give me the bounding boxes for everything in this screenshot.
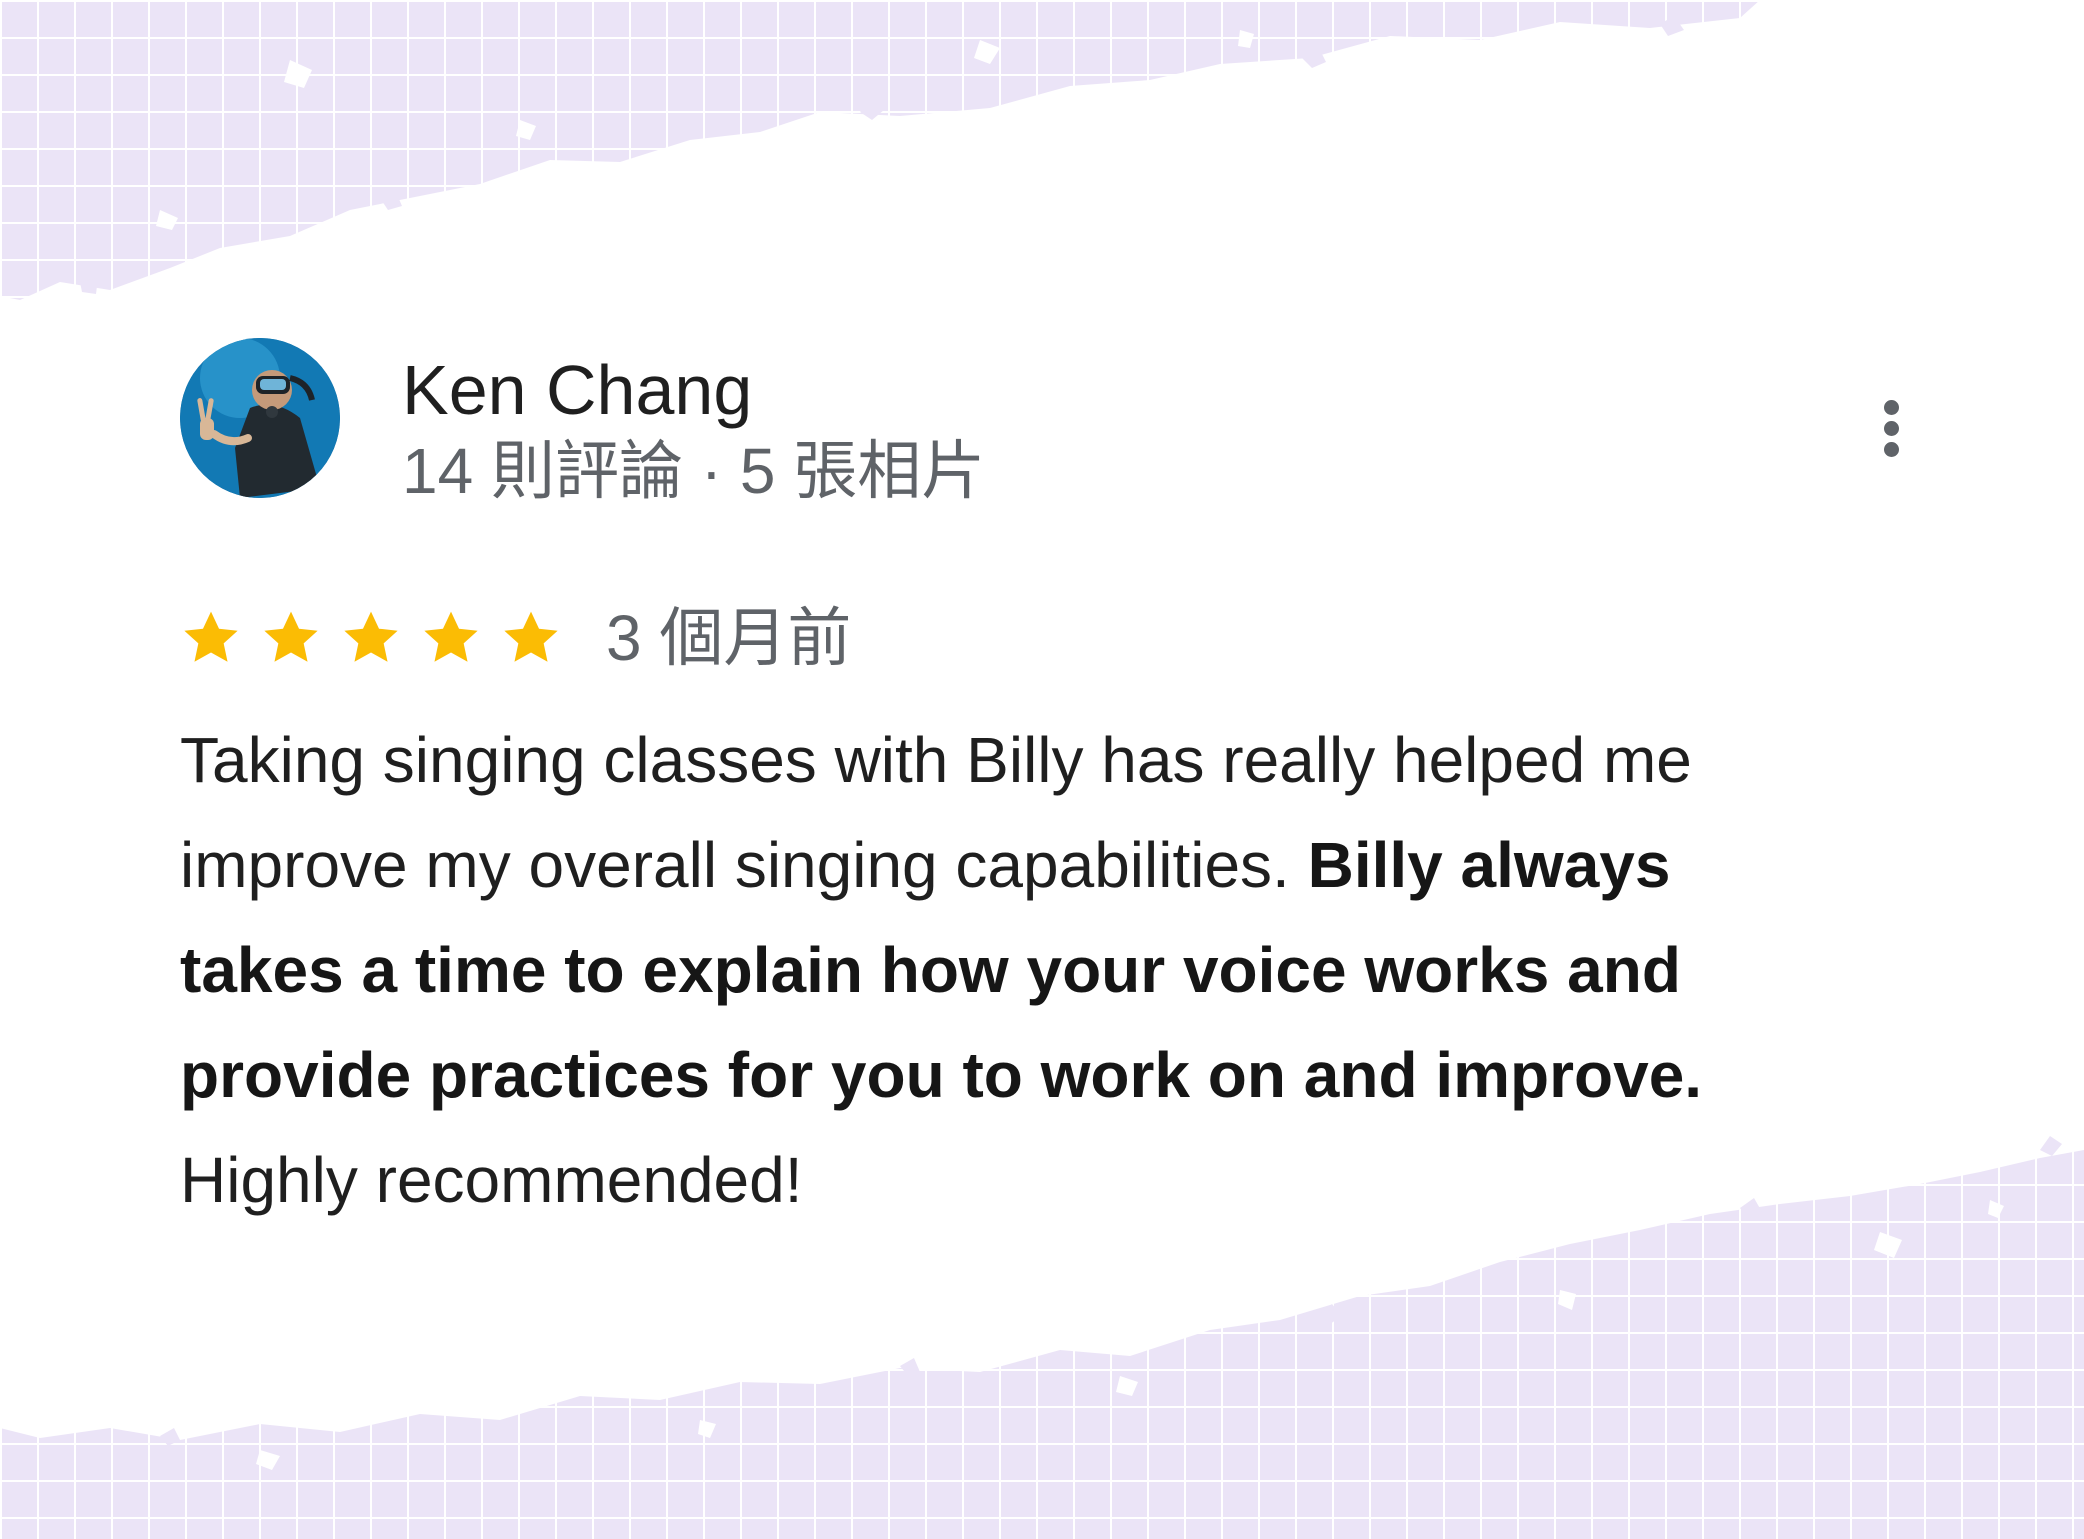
more-options-button[interactable]	[1876, 400, 1906, 468]
star-icon	[424, 611, 478, 662]
review-screenshot: Ken Chang 14 則評論 · 5 張相片 3 個月前 Taking si…	[0, 0, 2084, 1539]
rating-row: 3 個月前	[180, 598, 851, 678]
reviewer-stats: 14 則評論 · 5 張相片	[402, 435, 986, 507]
star-icon	[264, 611, 318, 662]
review-body: Taking singing classes with Billy has re…	[180, 708, 1830, 1233]
more-vertical-icon	[1883, 400, 1899, 415]
review-text-closing: Highly recommended!	[180, 1144, 803, 1216]
top-torn-strip	[0, 0, 1760, 300]
star-icon	[504, 611, 558, 662]
reviewer-name[interactable]: Ken Chang	[402, 350, 752, 430]
review-card: Ken Chang 14 則評論 · 5 張相片 3 個月前 Taking si…	[180, 338, 1940, 1238]
star-rating	[180, 607, 562, 669]
star-icon	[344, 611, 398, 662]
reviewer-avatar[interactable]	[180, 338, 340, 498]
review-date: 3 個月前	[606, 602, 852, 674]
star-icon	[184, 611, 238, 662]
